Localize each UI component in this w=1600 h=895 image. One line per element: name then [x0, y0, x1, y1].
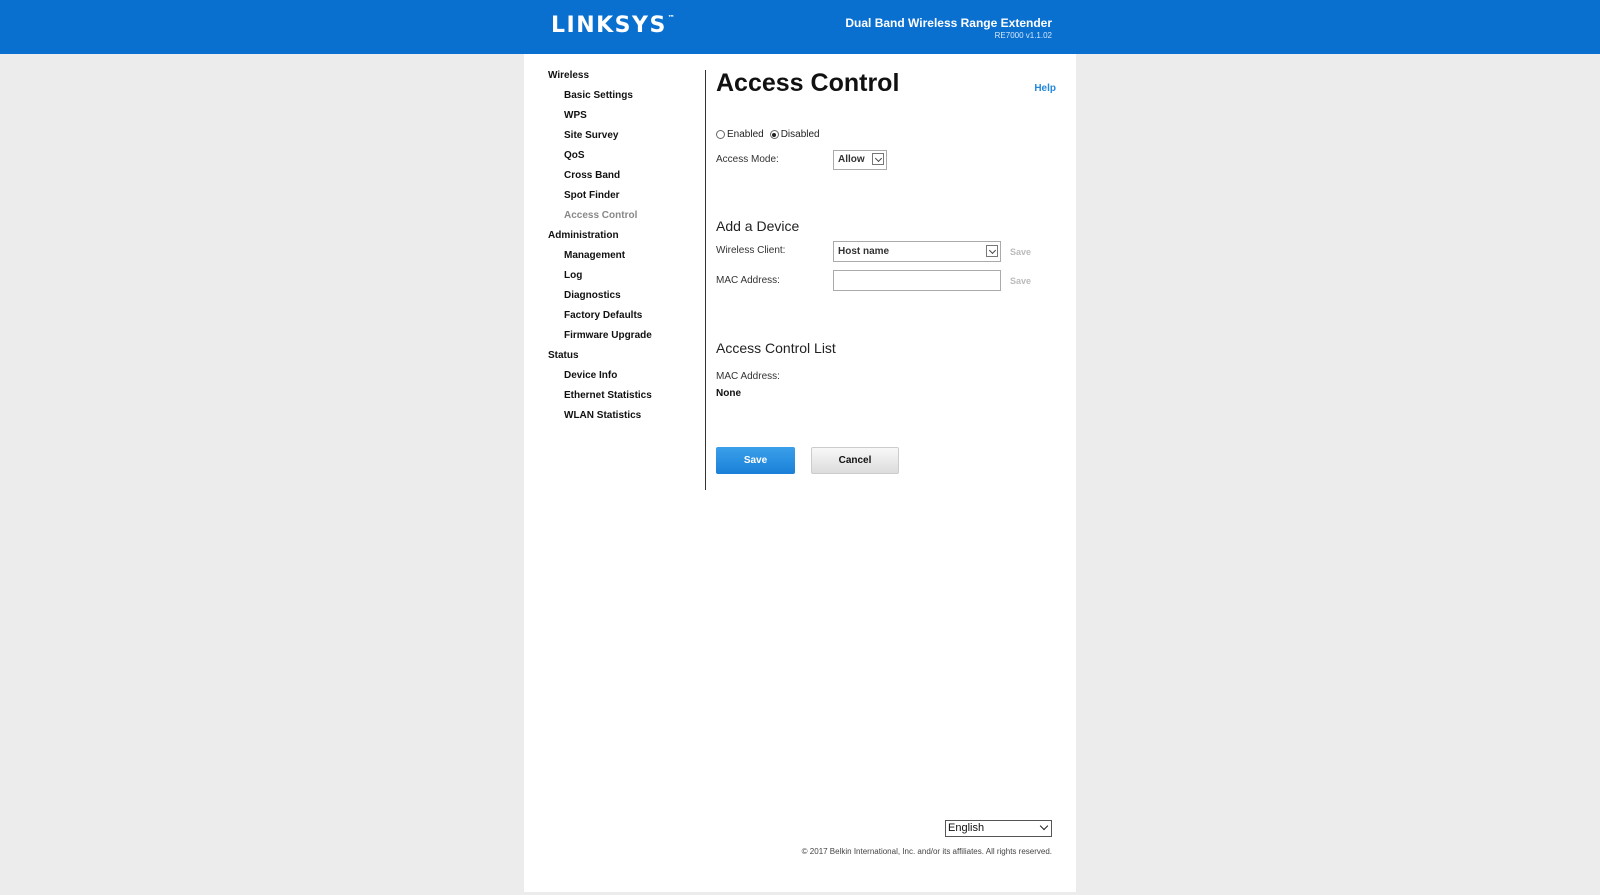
- sidebar-item-wlan-statistics[interactable]: WLAN Statistics: [548, 408, 698, 428]
- sidebar-item-wps[interactable]: WPS: [548, 108, 698, 128]
- disabled-label: Disabled: [780, 129, 820, 140]
- sidebar-item-factory-defaults[interactable]: Factory Defaults: [548, 308, 698, 328]
- top-header-bar: LINKSYS™ Dual Band Wireless Range Extend…: [0, 0, 1600, 54]
- enabled-radio[interactable]: [716, 130, 725, 139]
- chevron-down-icon: [1039, 821, 1049, 831]
- access-control-state: Enabled Disabled: [716, 129, 826, 140]
- sidebar-group-wireless[interactable]: Wireless: [548, 68, 698, 88]
- sidebar-item-spot-finder[interactable]: Spot Finder: [548, 188, 698, 208]
- mac-address-label: MAC Address:: [716, 275, 780, 286]
- linksys-logo: LINKSYS™: [551, 13, 675, 38]
- page-title: Access Control: [716, 69, 900, 97]
- mac-address-input[interactable]: [833, 270, 1001, 291]
- mac-address-save-link[interactable]: Save: [1010, 276, 1031, 286]
- chevron-down-icon: [986, 245, 998, 257]
- sidebar-nav: Wireless Basic Settings WPS Site Survey …: [548, 68, 698, 428]
- access-mode-label: Access Mode:: [716, 154, 779, 165]
- sidebar-item-basic-settings[interactable]: Basic Settings: [548, 88, 698, 108]
- wireless-client-select[interactable]: Host name: [833, 241, 1001, 262]
- sidebar-item-diagnostics[interactable]: Diagnostics: [548, 288, 698, 308]
- acl-mac-label: MAC Address:: [716, 371, 780, 382]
- disabled-radio[interactable]: [769, 130, 779, 139]
- help-link[interactable]: Help: [1034, 83, 1056, 94]
- acl-empty-value: None: [716, 388, 741, 399]
- access-mode-select[interactable]: Allow: [833, 150, 887, 170]
- sidebar-item-log[interactable]: Log: [548, 268, 698, 288]
- sidebar-item-site-survey[interactable]: Site Survey: [548, 128, 698, 148]
- wireless-client-label: Wireless Client:: [716, 245, 786, 256]
- product-name: Dual Band Wireless Range Extender: [845, 16, 1052, 30]
- add-device-title: Add a Device: [716, 218, 800, 234]
- product-info: Dual Band Wireless Range Extender RE7000…: [845, 16, 1052, 40]
- main-panel: Wireless Basic Settings WPS Site Survey …: [524, 54, 1076, 892]
- wireless-client-value: Host name: [838, 246, 890, 257]
- language-select[interactable]: English: [945, 820, 1052, 837]
- copyright-text: © 2017 Belkin International, Inc. and/or…: [801, 847, 1052, 856]
- sidebar-group-status[interactable]: Status: [548, 348, 698, 368]
- sidebar-item-management[interactable]: Management: [548, 248, 698, 268]
- sidebar-item-qos[interactable]: QoS: [548, 148, 698, 168]
- sidebar-item-device-info[interactable]: Device Info: [548, 368, 698, 388]
- enabled-label: Enabled: [727, 129, 764, 140]
- firmware-version: RE7000 v1.1.02: [994, 31, 1052, 40]
- acl-title: Access Control List: [716, 340, 836, 356]
- language-value: English: [948, 822, 985, 834]
- sidebar-item-ethernet-statistics[interactable]: Ethernet Statistics: [548, 388, 698, 408]
- access-mode-value: Allow: [838, 154, 865, 165]
- chevron-down-icon: [872, 153, 884, 165]
- sidebar-item-cross-band[interactable]: Cross Band: [548, 168, 698, 188]
- vertical-divider: [705, 70, 706, 490]
- save-button[interactable]: Save: [716, 447, 795, 474]
- wireless-client-save-link[interactable]: Save: [1010, 247, 1031, 257]
- content-area: Access Control Help Enabled Disabled Acc…: [716, 54, 1056, 892]
- sidebar-group-administration[interactable]: Administration: [548, 228, 698, 248]
- sidebar-item-firmware-upgrade[interactable]: Firmware Upgrade: [548, 328, 698, 348]
- sidebar-item-access-control[interactable]: Access Control: [548, 208, 698, 228]
- cancel-button[interactable]: Cancel: [811, 447, 899, 474]
